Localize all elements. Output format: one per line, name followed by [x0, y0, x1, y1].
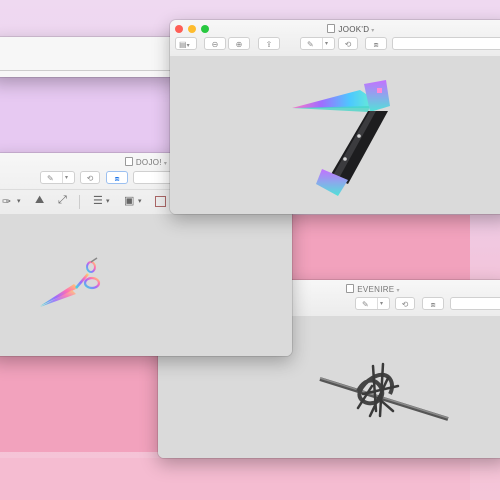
chevron-down-icon: ▾	[396, 288, 400, 294]
search-input[interactable]	[392, 37, 500, 50]
chevron-down-icon: ▾	[106, 198, 110, 205]
background-panel	[290, 215, 402, 285]
zoom-in-button[interactable]: ⊕	[228, 37, 250, 50]
scissors-image	[40, 257, 101, 307]
switchblade-image	[292, 80, 390, 196]
background-window[interactable]	[0, 37, 180, 77]
pen-icon: ✎	[362, 300, 369, 309]
sketch-icon[interactable]: ✑	[2, 195, 11, 208]
close-button[interactable]	[175, 25, 183, 33]
chevron-down-icon: ▾	[186, 43, 190, 49]
background-panel	[0, 70, 175, 160]
window-jookd[interactable]: JOOK'D ▾ ▤▾ ⊖ ⊕ ⇪ ✎ ▾ ⟲ ⧈	[170, 20, 500, 214]
chevron-down-icon: ▾	[17, 198, 21, 205]
pen-icon: ✎	[307, 40, 314, 49]
sidebar-icon: ▤	[179, 40, 187, 49]
chevron-down-icon: ▾	[163, 161, 168, 167]
document-icon	[327, 24, 336, 33]
border-color-icon[interactable]: ▣	[124, 194, 134, 207]
document-icon	[346, 284, 355, 293]
crop-icon[interactable]: ⤢	[58, 194, 67, 207]
toolbox-button[interactable]: ⧈	[365, 37, 387, 50]
chevron-down-icon: ▾	[138, 198, 142, 205]
chevron-down-icon: ▾	[325, 41, 329, 47]
background-panel	[0, 458, 470, 500]
fill-color-icon[interactable]	[155, 196, 166, 207]
image-canvas	[0, 214, 292, 356]
zoom-out-button[interactable]: ⊖	[204, 37, 226, 50]
share-icon: ⇪	[265, 40, 273, 49]
markup-button[interactable]: ✎ ▾	[300, 37, 335, 50]
background-panel	[402, 215, 470, 285]
zoom-out-icon: ⊖	[211, 40, 219, 49]
zoom-in-icon: ⊕	[235, 40, 243, 49]
toolbox-button[interactable]: ⧈	[422, 297, 444, 310]
shapes-icon[interactable]: ⛰	[35, 194, 44, 207]
line-style-icon[interactable]: ☰	[93, 194, 103, 207]
chevron-down-icon: ▾	[65, 175, 69, 181]
background-panel	[0, 355, 158, 452]
toolbox-button[interactable]: ⧈	[106, 171, 128, 184]
sidebar-button[interactable]: ▤▾	[175, 37, 197, 50]
rotate-button[interactable]: ⟲	[395, 297, 415, 310]
chevron-down-icon: ▾	[380, 301, 384, 307]
window-toolbar: JOOK'D ▾ ▤▾ ⊖ ⊕ ⇪ ✎ ▾ ⟲ ⧈	[170, 20, 500, 57]
image-canvas	[170, 56, 500, 214]
window-title: JOOK'D ▾	[190, 24, 500, 34]
share-button[interactable]: ⇪	[258, 37, 280, 50]
search-input[interactable]	[450, 297, 500, 310]
rotate-button[interactable]: ⟲	[338, 37, 358, 50]
markup-button[interactable]: ✎ ▾	[40, 171, 75, 184]
rotate-button[interactable]: ⟲	[80, 171, 100, 184]
chevron-down-icon: ▾	[371, 28, 375, 34]
markup-button[interactable]: ✎ ▾	[355, 297, 390, 310]
document-icon	[124, 157, 133, 166]
pen-icon: ✎	[47, 174, 54, 183]
